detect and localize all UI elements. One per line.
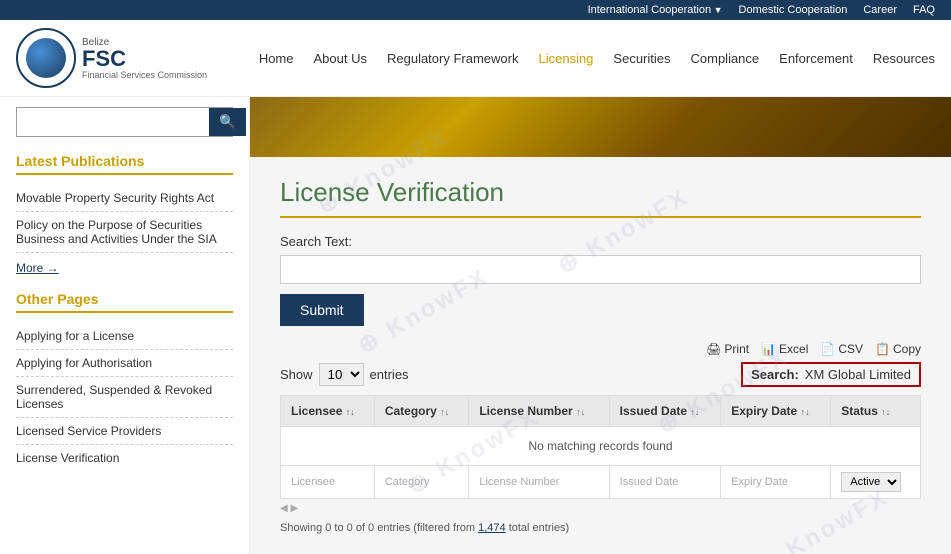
hero-image <box>250 97 951 157</box>
col-expiry-date[interactable]: Expiry Date ↑↓ <box>721 396 831 427</box>
nav-compliance[interactable]: Compliance <box>691 51 760 66</box>
top-bar: International Cooperation Domestic Coope… <box>0 0 951 20</box>
main-nav: Home About Us Regulatory Framework Licen… <box>259 51 935 66</box>
copy-button[interactable]: 📋 Copy <box>875 342 921 356</box>
sidebar-more-link[interactable]: More → <box>16 261 59 275</box>
nav-securities[interactable]: Securities <box>613 51 670 66</box>
logo-text-block: Belize FSC Financial Services Commission <box>82 37 207 80</box>
topbar-career[interactable]: Career <box>863 4 897 16</box>
logo-area: Belize FSC Financial Services Commission <box>16 28 259 88</box>
showing-text: Showing 0 to 0 of 0 entries (filtered fr… <box>280 522 478 534</box>
submit-button[interactable]: Submit <box>280 294 364 326</box>
topbar-international[interactable]: International Cooperation <box>588 4 723 16</box>
search-text-label: Search Text: <box>280 234 921 249</box>
placeholder-status[interactable]: Active <box>831 466 921 499</box>
nav-licensing[interactable]: Licensing <box>538 51 593 66</box>
no-records-message: No matching records found <box>281 427 921 466</box>
sidebar-search-input[interactable] <box>17 109 209 136</box>
placeholder-licensee: Licensee <box>281 466 375 499</box>
entries-select[interactable]: 10 25 50 <box>319 363 364 386</box>
topbar-domestic[interactable]: Domestic Cooperation <box>739 4 848 16</box>
print-button[interactable]: 🖨 Print <box>706 342 749 356</box>
placeholder-row: Licensee Category License Number Issued … <box>281 466 921 499</box>
table-actions: 🖨 Print 📊 Excel 📄 CSV 📋 Copy <box>706 342 921 356</box>
topbar-faq[interactable]: FAQ <box>913 4 935 16</box>
total-entries-link[interactable]: 1,474 <box>478 522 506 534</box>
sidebar-pub-2[interactable]: Policy on the Purpose of Securities Busi… <box>16 212 233 253</box>
sidebar-search-button[interactable]: 🔍 <box>209 108 246 136</box>
status-select[interactable]: Active <box>841 472 901 492</box>
nav-about[interactable]: About Us <box>314 51 367 66</box>
nav-enforcement[interactable]: Enforcement <box>779 51 853 66</box>
globe-icon <box>26 38 66 78</box>
footer-end: total entries) <box>506 522 570 534</box>
table-search-value: XM Global Limited <box>805 367 911 382</box>
col-status[interactable]: Status ↑↓ <box>831 396 921 427</box>
placeholder-expiry-date: Expiry Date <box>721 466 831 499</box>
sidebar-other-1[interactable]: Applying for a License <box>16 323 233 350</box>
page-title: License Verification <box>280 177 921 218</box>
table-footer: Showing 0 to 0 of 0 entries (filtered fr… <box>280 522 921 534</box>
scroll-hint: ◀ ▶ <box>280 503 921 514</box>
sidebar-other-4[interactable]: Licensed Service Providers <box>16 418 233 445</box>
other-pages-title: Other Pages <box>16 291 233 313</box>
col-issued-date[interactable]: Issued Date ↑↓ <box>609 396 721 427</box>
table-search-box: Search: XM Global Limited <box>741 362 921 387</box>
nav-home[interactable]: Home <box>259 51 294 66</box>
nav-resources[interactable]: Resources <box>873 51 935 66</box>
sidebar-search-box[interactable]: 🔍 <box>16 107 233 137</box>
sidebar-other-5[interactable]: License Verification <box>16 445 233 471</box>
search-text-input[interactable] <box>280 255 921 284</box>
logo-subtitle: Financial Services Commission <box>82 70 207 80</box>
layout: 🔍 Latest Publications Movable Property S… <box>0 97 951 554</box>
main-content: ⊕ KnowFX ⊕ KnowFX ⊕ KnowFX ⊕ KnowFX ⊕ Kn… <box>250 97 951 554</box>
sidebar: 🔍 Latest Publications Movable Property S… <box>0 97 250 554</box>
table-search-label: Search: <box>751 367 799 382</box>
excel-button[interactable]: 📊 Excel <box>761 342 808 356</box>
placeholder-license-number: License Number <box>469 466 609 499</box>
content-inner: License Verification Search Text: Submit… <box>250 157 951 554</box>
nav-regulatory[interactable]: Regulatory Framework <box>387 51 519 66</box>
entries-label: entries <box>370 367 409 382</box>
no-records-row: No matching records found <box>281 427 921 466</box>
csv-button[interactable]: 📄 CSV <box>820 342 863 356</box>
logo-circle <box>16 28 76 88</box>
logo-fsc: FSC <box>82 48 207 70</box>
show-label: Show <box>280 367 313 382</box>
sidebar-other-2[interactable]: Applying for Authorisation <box>16 350 233 377</box>
data-table: Licensee ↑↓ Category ↑↓ License Number ↑… <box>280 395 921 499</box>
col-licensee[interactable]: Licensee ↑↓ <box>281 396 375 427</box>
placeholder-category: Category <box>374 466 469 499</box>
col-category[interactable]: Category ↑↓ <box>374 396 469 427</box>
latest-publications-title: Latest Publications <box>16 153 233 175</box>
placeholder-issued-date: Issued Date <box>609 466 721 499</box>
header: Belize FSC Financial Services Commission… <box>0 20 951 97</box>
col-license-number[interactable]: License Number ↑↓ <box>469 396 609 427</box>
show-entries: Show 10 25 50 entries <box>280 363 409 386</box>
sidebar-other-3[interactable]: Surrendered, Suspended & Revoked License… <box>16 377 233 418</box>
table-toolbar: Show 10 25 50 entries Search: XM Global … <box>280 362 921 387</box>
sidebar-pub-1[interactable]: Movable Property Security Rights Act <box>16 185 233 212</box>
